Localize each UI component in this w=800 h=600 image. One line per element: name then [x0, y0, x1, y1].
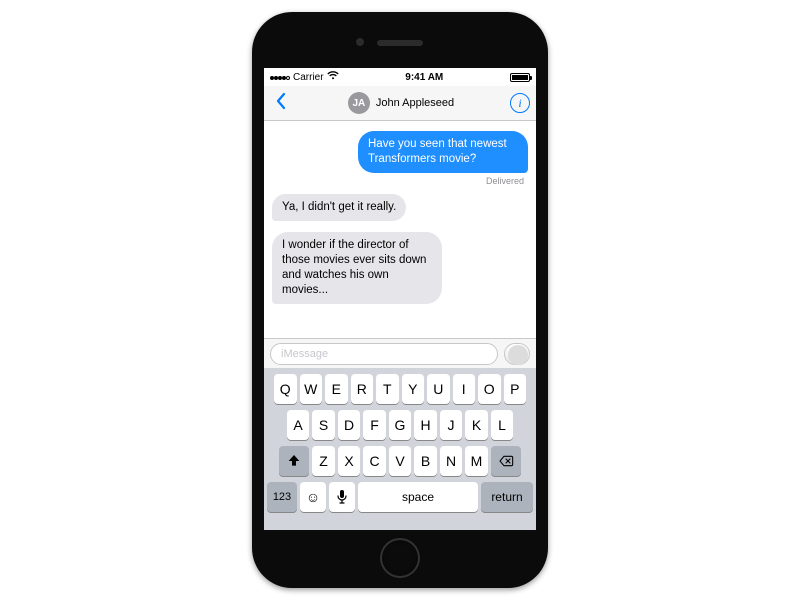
key-s[interactable]: S — [312, 410, 335, 440]
key-a[interactable]: A — [287, 410, 310, 440]
space-key[interactable]: space — [358, 482, 478, 512]
back-button[interactable] — [270, 90, 292, 116]
keyboard: Q W E R T Y U I O P A S D F G H J K L — [264, 368, 536, 530]
backspace-icon — [498, 453, 514, 469]
home-button[interactable] — [380, 538, 420, 578]
phone-camera — [356, 38, 364, 46]
key-c[interactable]: C — [363, 446, 386, 476]
key-u[interactable]: U — [427, 374, 450, 404]
message-thread[interactable]: Have you seen that newest Transformers m… — [264, 121, 536, 344]
keyboard-row-1: Q W E R T Y U I O P — [267, 374, 533, 404]
signal-dots-icon — [270, 72, 290, 83]
chevron-left-icon — [274, 92, 288, 110]
key-z[interactable]: Z — [312, 446, 335, 476]
keyboard-row-3: Z X C V B N M — [267, 446, 533, 476]
key-y[interactable]: Y — [402, 374, 425, 404]
message-received: I wonder if the director of those movies… — [272, 232, 528, 304]
keyboard-row-bottom: 123 ☺ space return — [267, 482, 533, 512]
contact-title[interactable]: JA John Appleseed — [292, 92, 510, 114]
send-toggle[interactable] — [504, 343, 530, 365]
backspace-key[interactable] — [491, 446, 521, 476]
conversation-header: JA John Appleseed i — [264, 86, 536, 121]
message-received: Ya, I didn't get it really. — [272, 194, 528, 221]
key-m[interactable]: M — [465, 446, 488, 476]
status-bar: Carrier 9:41 AM — [264, 68, 536, 86]
phone-speaker — [377, 40, 423, 46]
delivered-status: Delivered — [272, 176, 528, 186]
message-sent: Have you seen that newest Transformers m… — [272, 131, 528, 173]
microphone-icon — [336, 489, 348, 505]
details-button[interactable]: i — [510, 93, 530, 113]
wifi-icon — [327, 71, 339, 83]
compose-bar: iMessage — [264, 338, 536, 368]
key-l[interactable]: L — [491, 410, 514, 440]
key-h[interactable]: H — [414, 410, 437, 440]
message-input[interactable]: iMessage — [270, 343, 498, 365]
shift-key[interactable] — [279, 446, 309, 476]
key-b[interactable]: B — [414, 446, 437, 476]
numbers-key[interactable]: 123 — [267, 482, 297, 512]
key-d[interactable]: D — [338, 410, 361, 440]
key-r[interactable]: R — [351, 374, 374, 404]
key-p[interactable]: P — [504, 374, 527, 404]
key-n[interactable]: N — [440, 446, 463, 476]
emoji-key[interactable]: ☺ — [300, 482, 326, 512]
clock-label: 9:41 AM — [405, 72, 443, 83]
shift-icon — [286, 453, 302, 469]
iphone-frame: Carrier 9:41 AM JA John Appleseed i Hav — [252, 12, 548, 588]
key-f[interactable]: F — [363, 410, 386, 440]
key-j[interactable]: J — [440, 410, 463, 440]
avatar: JA — [348, 92, 370, 114]
contact-name-label: John Appleseed — [376, 97, 454, 109]
key-e[interactable]: E — [325, 374, 348, 404]
key-o[interactable]: O — [478, 374, 501, 404]
bubble-received[interactable]: Ya, I didn't get it really. — [272, 194, 406, 221]
key-x[interactable]: X — [338, 446, 361, 476]
dictation-key[interactable] — [329, 482, 355, 512]
battery-icon — [510, 73, 530, 82]
emoji-icon: ☺ — [306, 489, 320, 505]
key-v[interactable]: V — [389, 446, 412, 476]
key-i[interactable]: I — [453, 374, 476, 404]
message-placeholder: iMessage — [281, 348, 328, 360]
key-k[interactable]: K — [465, 410, 488, 440]
key-w[interactable]: W — [300, 374, 323, 404]
key-g[interactable]: G — [389, 410, 412, 440]
key-t[interactable]: T — [376, 374, 399, 404]
return-key[interactable]: return — [481, 482, 533, 512]
key-q[interactable]: Q — [274, 374, 297, 404]
screen: Carrier 9:41 AM JA John Appleseed i Hav — [264, 68, 536, 530]
bubble-received[interactable]: I wonder if the director of those movies… — [272, 232, 442, 304]
bubble-sent[interactable]: Have you seen that newest Transformers m… — [358, 131, 528, 173]
keyboard-row-2: A S D F G H J K L — [267, 410, 533, 440]
carrier-label: Carrier — [293, 72, 324, 83]
